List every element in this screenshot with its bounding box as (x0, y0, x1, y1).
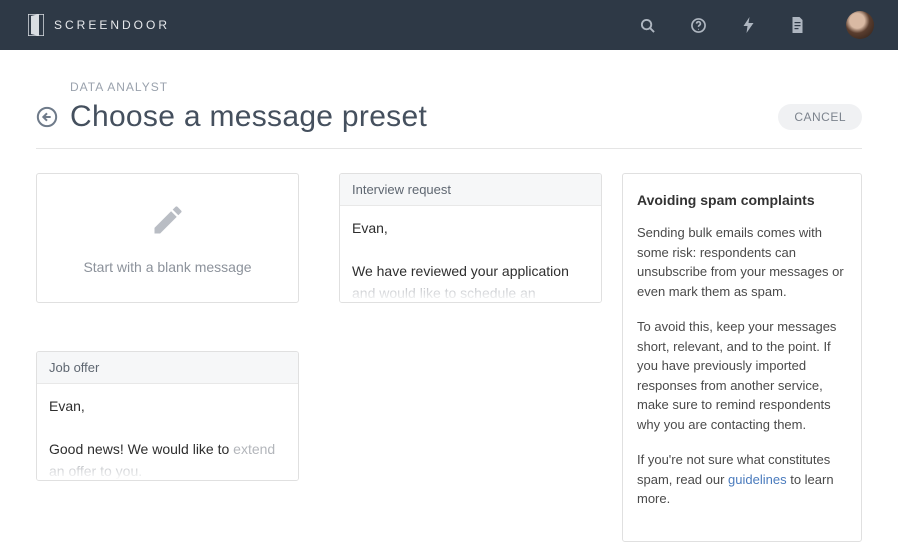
page-title: Choose a message preset (70, 100, 766, 134)
lightning-icon[interactable] (742, 17, 755, 33)
blank-label: Start with a blank message (83, 259, 251, 275)
tips-paragraph: If you're not sure what constitutes spam… (637, 450, 847, 509)
preset-preview: Evan, Good news! We would like to extend… (37, 384, 298, 481)
preset-preview: Evan, We have reviewed your application … (340, 206, 601, 303)
document-icon[interactable] (791, 17, 804, 33)
tips-heading: Avoiding spam complaints (637, 190, 847, 211)
preset-line: We have reviewed your application (352, 263, 569, 279)
preset-title: Interview request (340, 174, 601, 206)
tips-panel: Avoiding spam complaints Sending bulk em… (622, 173, 862, 542)
presets-grid: Start with a blank message Interview req… (36, 173, 602, 481)
preset-greeting: Evan, (352, 218, 589, 240)
preset-interview-request[interactable]: Interview request Evan, We have reviewed… (339, 173, 602, 303)
page-header: DATA ANALYST Choose a message preset CAN… (36, 50, 862, 149)
preset-job-offer[interactable]: Job offer Evan, Good news! We would like… (36, 351, 299, 481)
back-button[interactable] (36, 106, 58, 133)
brand-name: SCREENDOOR (54, 18, 170, 32)
tips-paragraph: To avoid this, keep your messages short,… (637, 317, 847, 434)
search-icon[interactable] (640, 18, 655, 33)
breadcrumb: DATA ANALYST (70, 80, 766, 94)
preset-line-fade: and would like to schedule an (352, 285, 536, 301)
cancel-button[interactable]: CANCEL (778, 104, 862, 130)
blank-message-card[interactable]: Start with a blank message (36, 173, 299, 303)
door-icon (28, 14, 44, 36)
guidelines-link[interactable]: guidelines (728, 472, 787, 487)
header-actions (640, 11, 874, 39)
logo[interactable]: SCREENDOOR (28, 14, 170, 36)
tips-paragraph: Sending bulk emails comes with some risk… (637, 223, 847, 301)
preset-line: Good news! We would like to (49, 441, 229, 457)
preset-title: Job offer (37, 352, 298, 384)
avatar[interactable] (846, 11, 874, 39)
pencil-icon (150, 202, 186, 243)
app-header: SCREENDOOR (0, 0, 898, 50)
help-icon[interactable] (691, 18, 706, 33)
preset-greeting: Evan, (49, 396, 286, 418)
